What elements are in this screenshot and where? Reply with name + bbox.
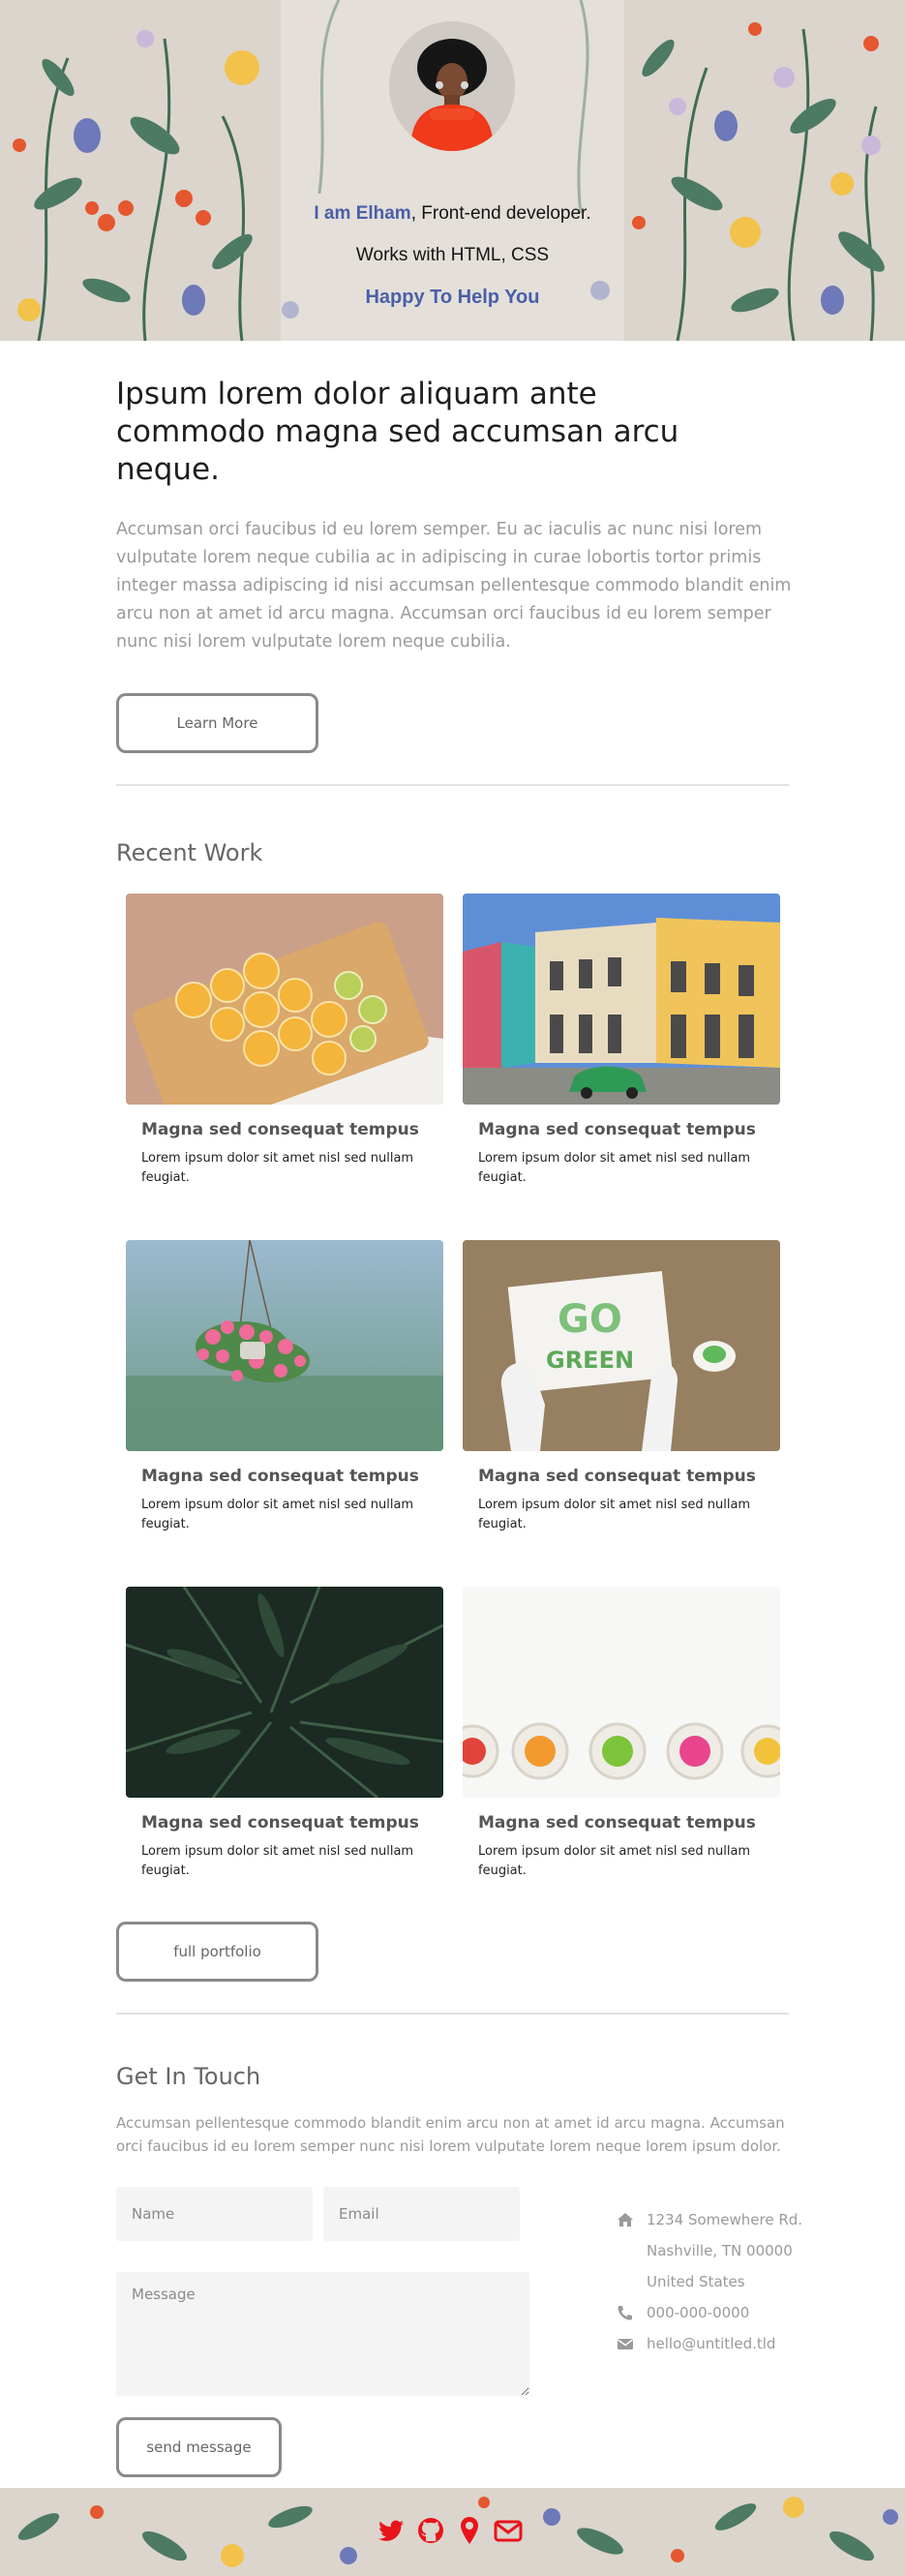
contact-text: Accumsan pellentesque commodo blandit en… — [116, 2114, 785, 2155]
contact-form: send message 1234 Somewhere Rd. Nashvill… — [116, 2187, 802, 2487]
address: 1234 Somewhere Rd. Nashville, TN 00000 U… — [617, 2204, 810, 2297]
portfolio-card-text: Lorem ipsum dolor sit amet nisl sed null… — [478, 1151, 751, 1185]
hero-header: I am Elham, Front-end developer. Works w… — [0, 0, 905, 341]
email-address[interactable]: hello@untitled.tld — [647, 2335, 775, 2352]
portfolio-card-title: Magna sed consequat tempus — [478, 1467, 756, 1486]
send-message-button[interactable]: send message — [116, 2417, 282, 2477]
hero-name: Elham — [355, 203, 411, 224]
intro-title: Ipsum lorem dolor aliquam ante commodo m… — [116, 377, 679, 487]
intro-section: Ipsum lorem dolor aliquam ante commodo m… — [0, 376, 905, 2487]
portfolio-card-text: Lorem ipsum dolor sit amet nisl sed null… — [141, 1151, 414, 1185]
phone-icon — [618, 2306, 632, 2320]
go-green-sign-subtext: GREEN — [546, 1347, 634, 1374]
portfolio-card-title: Magna sed consequat tempus — [141, 1467, 419, 1486]
envelope-icon[interactable] — [494, 2515, 523, 2546]
address-line-2: Nashville, TN 00000 — [647, 2242, 793, 2259]
portfolio-card[interactable]: Magna sed consequat tempus Lorem ipsum d… — [126, 1240, 443, 1587]
portfolio-card-title: Magna sed consequat tempus — [478, 1120, 756, 1139]
avatar — [389, 21, 515, 151]
portfolio-image-go-green-sign[interactable]: GO GREEN — [463, 1240, 780, 1451]
portfolio-card-text: Lorem ipsum dolor sit amet nisl sed null… — [478, 1844, 751, 1878]
hero-role: , Front-end developer. — [410, 203, 591, 224]
intro-text: Accumsan orci faucibus id eu lorem sempe… — [116, 520, 792, 652]
portfolio-card-title: Magna sed consequat tempus — [141, 1813, 419, 1833]
hero-tagline: Happy To Help You — [365, 287, 540, 308]
portfolio-card-text: Lorem ipsum dolor sit amet nisl sed null… — [141, 1498, 414, 1531]
envelope-icon — [618, 2339, 633, 2349]
footer — [0, 2488, 905, 2576]
contact-info: 1234 Somewhere Rd. Nashville, TN 00000 U… — [617, 2204, 810, 2359]
recent-work-title: Recent Work — [116, 839, 263, 866]
portfolio-card-text: Lorem ipsum dolor sit amet nisl sed null… — [478, 1498, 751, 1531]
portfolio-card[interactable]: Magna sed consequat tempus Lorem ipsum d… — [126, 1587, 443, 1933]
portfolio-grid: Magna sed consequat tempus Lorem ipsum d… — [126, 894, 789, 1933]
portfolio-card[interactable]: Magna sed consequat tempus Lorem ipsum d… — [463, 894, 780, 1240]
email-input[interactable] — [323, 2187, 520, 2241]
hero-intro-prefix: I am — [314, 203, 356, 224]
portfolio-card-text: Lorem ipsum dolor sit amet nisl sed null… — [141, 1844, 414, 1878]
portfolio-image-fern-leaves[interactable] — [126, 1587, 443, 1798]
email: hello@untitled.tld — [617, 2328, 810, 2359]
hero-intro: I am Elham, Front-end developer. — [0, 203, 905, 225]
portfolio-card-title: Magna sed consequat tempus — [141, 1120, 419, 1139]
portfolio-image-hanging-flowers[interactable] — [126, 1240, 443, 1451]
portfolio-image-colorful-street[interactable] — [463, 894, 780, 1105]
social-links — [377, 2515, 532, 2550]
location-pin-icon[interactable] — [455, 2515, 484, 2546]
go-green-sign-text: GO — [558, 1297, 622, 1342]
portfolio-card[interactable]: Magna sed consequat tempus Lorem ipsum d… — [463, 1587, 780, 1933]
portfolio-image-citrus-slices[interactable] — [126, 894, 443, 1105]
message-textarea[interactable] — [116, 2272, 529, 2396]
name-input[interactable] — [116, 2187, 313, 2241]
learn-more-button[interactable]: Learn More — [116, 693, 318, 753]
portfolio-card[interactable]: GO GREEN Magna sed consequat tempus Lore… — [463, 1240, 780, 1587]
hero-skills: Works with HTML, CSS — [355, 245, 550, 265]
get-in-touch-title: Get In Touch — [116, 2063, 261, 2090]
github-icon[interactable] — [416, 2515, 445, 2546]
portfolio-card-title: Magna sed consequat tempus — [478, 1813, 756, 1833]
full-portfolio-button[interactable]: full portfolio — [116, 1922, 318, 1982]
section-divider — [116, 2013, 789, 2015]
home-icon — [618, 2213, 633, 2227]
phone-number: 000-000-0000 — [647, 2304, 750, 2321]
portfolio-card[interactable]: Magna sed consequat tempus Lorem ipsum d… — [126, 894, 443, 1240]
portfolio-image-flower-bowls[interactable] — [463, 1587, 780, 1798]
phone: 000-000-0000 — [617, 2297, 810, 2328]
address-line-1: 1234 Somewhere Rd. — [647, 2211, 803, 2228]
section-divider — [116, 784, 789, 786]
twitter-icon[interactable] — [377, 2515, 407, 2546]
address-line-3: United States — [647, 2273, 745, 2290]
